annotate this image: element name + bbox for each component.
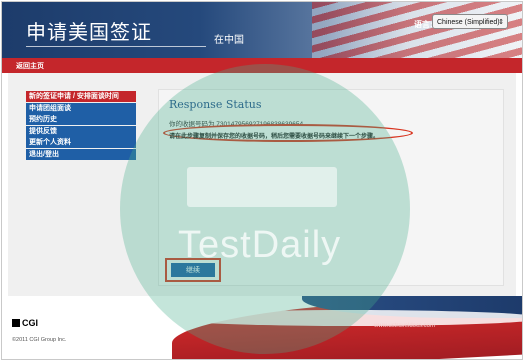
site-title: 申请美国签证	[26, 20, 152, 44]
sidebar-item-group-interview[interactable]: 申请团组面谈	[26, 102, 136, 114]
home-link[interactable]: 返回主页	[16, 61, 44, 71]
footer-url: www.ustraveldocs.com	[374, 323, 436, 329]
watermark-diploma-icon	[187, 167, 337, 207]
sidebar-item-logout[interactable]: 退出/登出	[26, 148, 136, 160]
cgi-logo-mark	[12, 319, 20, 327]
region-label: 在中国	[214, 35, 244, 46]
watermark-circle	[120, 64, 410, 354]
browser-frame: 申请美国签证 在中国 语言: Chinese (Simplified) ⇕ 返回…	[1, 1, 523, 360]
cgi-logo: CGI	[12, 318, 38, 328]
sidebar-item-feedback[interactable]: 提供反馈	[26, 125, 136, 137]
watermark-text: TestDaily	[178, 224, 342, 266]
flag-banner	[312, 2, 522, 58]
sidebar-menu: 新的签证申请 / 安排面谈时间 申请团组面谈 预约历史 提供反馈 更新个人资料 …	[26, 91, 136, 160]
sidebar-item-appointment-history[interactable]: 预约历史	[26, 114, 136, 125]
language-label: 语言:	[414, 20, 433, 29]
sidebar-item-update-profile[interactable]: 更新个人资料	[26, 137, 136, 148]
sidebar-item-new-application[interactable]: 新的签证申请 / 安排面谈时间	[26, 91, 136, 102]
site-header: 申请美国签证 在中国 语言: Chinese (Simplified) ⇕	[2, 2, 522, 58]
chevron-updown-icon: ⇕	[498, 19, 504, 26]
title-divider	[26, 46, 206, 47]
copyright-text: ©2011 CGI Group Inc.	[12, 337, 67, 343]
language-select[interactable]: Chinese (Simplified) ⇕	[432, 14, 508, 29]
language-select-value: Chinese (Simplified)	[437, 19, 500, 26]
cgi-logo-text: CGI	[22, 318, 39, 328]
